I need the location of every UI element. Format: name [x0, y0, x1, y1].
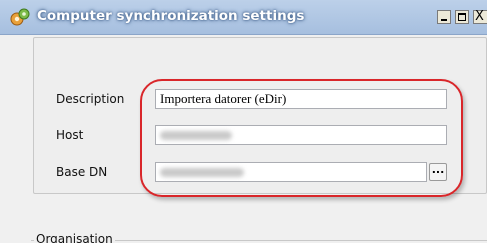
minimize-icon [441, 19, 447, 21]
close-icon: X [475, 9, 484, 24]
window-title: Computer synchronization settings [37, 8, 305, 24]
organisation-group-label: Organisation [34, 232, 115, 243]
maximize-button[interactable] [455, 10, 469, 24]
description-label: Description [56, 92, 125, 106]
title-bar[interactable]: Computer synchronization settings X [0, 0, 487, 35]
gear-sync-icon [10, 8, 30, 26]
host-label: Host [56, 128, 84, 142]
maximize-icon [458, 13, 466, 21]
settings-window: Computer synchronization settings X Desc… [0, 0, 487, 243]
close-button[interactable]: X [473, 9, 487, 24]
highlight-annotation [140, 79, 463, 197]
minimize-button[interactable] [437, 10, 451, 24]
base-dn-label: Base DN [56, 165, 108, 179]
